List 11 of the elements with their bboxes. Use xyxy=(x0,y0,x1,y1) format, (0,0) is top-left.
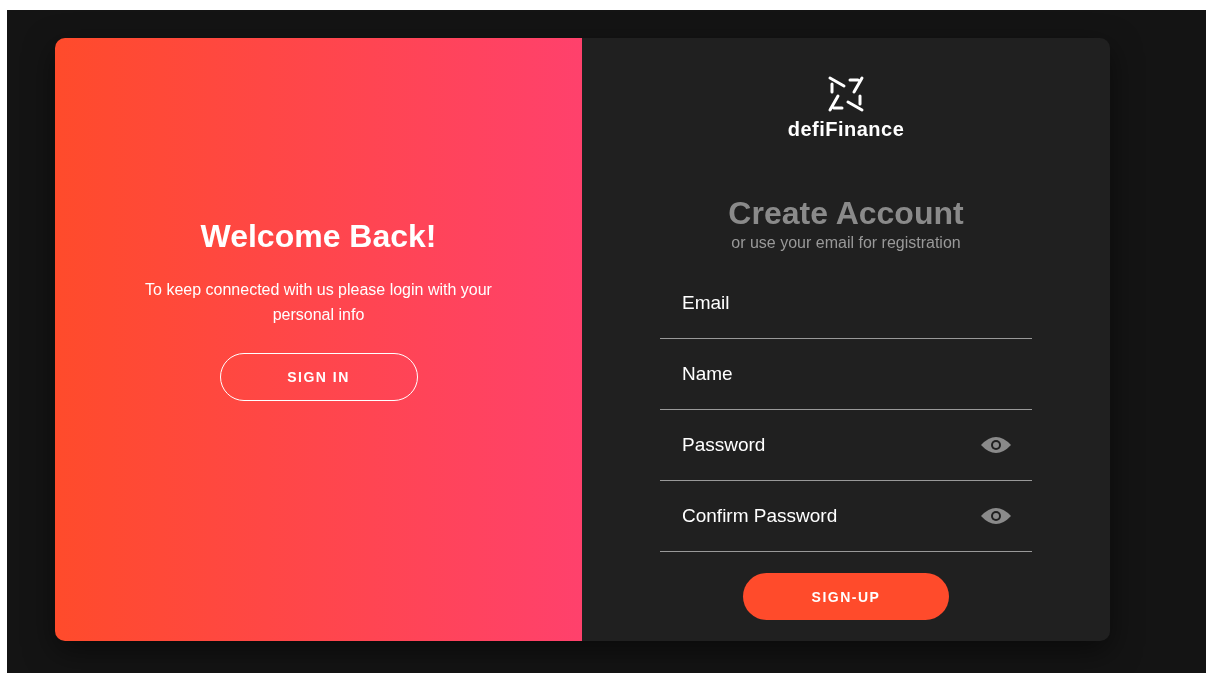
sign-up-button[interactable]: SIGN-UP xyxy=(743,573,949,620)
eye-icon[interactable] xyxy=(980,435,1012,455)
input-field[interactable]: Name xyxy=(660,339,1032,410)
welcome-message: To keep connected with us please login with your personal info xyxy=(144,280,493,325)
form-subtitle: or use your email for registration xyxy=(731,234,961,252)
input-field[interactable]: Email xyxy=(660,268,1032,339)
eye-icon[interactable] xyxy=(980,506,1012,526)
brand-name: defiFinance xyxy=(787,118,905,141)
input-field[interactable]: Confirm Password xyxy=(660,481,1032,552)
welcome-title: Welcome Back! xyxy=(200,218,437,255)
form-title: Create Account xyxy=(728,195,964,232)
